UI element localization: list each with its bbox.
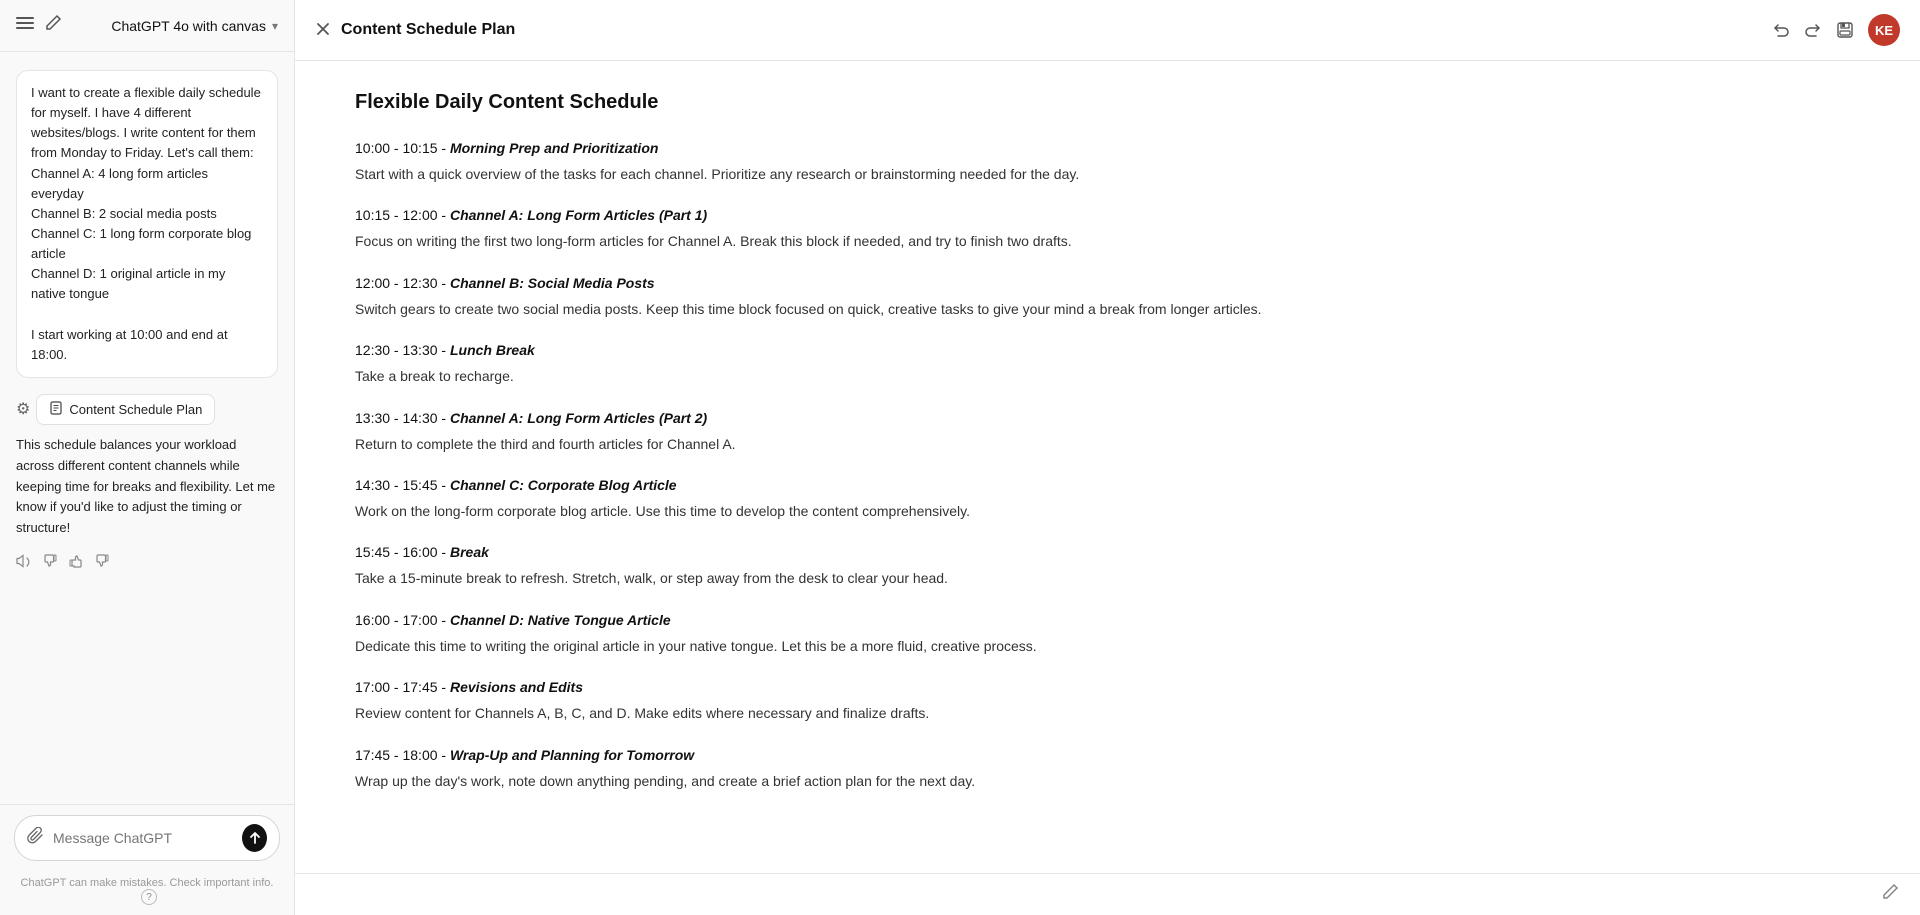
schedule-block: 15:45 - 16:00 - Break Take a 15-minute br… <box>355 542 1860 589</box>
block-time: 14:30 - 15:45 <box>355 477 438 493</box>
schedule-block: 17:00 - 17:45 - Revisions and Edits Revie… <box>355 677 1860 724</box>
undo-button[interactable] <box>1772 21 1790 39</box>
block-description: Take a break to recharge. <box>355 365 1860 387</box>
avatar: KE <box>1868 14 1900 46</box>
block-description: Return to complete the third and fourth … <box>355 433 1860 455</box>
chevron-down-icon: ▾ <box>272 19 278 33</box>
block-description: Start with a quick overview of the tasks… <box>355 163 1860 185</box>
thumbsdown-icon[interactable] <box>94 553 110 573</box>
settings-row: ⚙ Content Schedule Plan <box>16 394 278 425</box>
block-title: Morning Prep and Prioritization <box>450 140 658 156</box>
save-button[interactable] <box>1836 21 1854 39</box>
sidebar: ChatGPT 4o with canvas ▾ I want to creat… <box>0 0 295 915</box>
block-title: Lunch Break <box>450 342 535 358</box>
block-description: Wrap up the day's work, note down anythi… <box>355 770 1860 792</box>
schedule-title: Flexible Daily Content Schedule <box>355 91 1860 114</box>
speaker-icon[interactable] <box>16 553 32 573</box>
block-description: Switch gears to create two social media … <box>355 298 1860 320</box>
block-time: 13:30 - 14:30 <box>355 410 438 426</box>
schedule-block: 13:30 - 14:30 - Channel A: Long Form Art… <box>355 408 1860 455</box>
canvas-bottom-bar <box>295 873 1920 915</box>
sidebar-header-left <box>16 14 62 37</box>
block-description: Focus on writing the first two long-form… <box>355 230 1860 252</box>
block-time: 17:45 - 18:00 <box>355 747 438 763</box>
settings-icon[interactable]: ⚙ <box>16 399 30 419</box>
attach-icon[interactable] <box>27 827 45 850</box>
block-heading: 10:15 - 12:00 - Channel A: Long Form Art… <box>355 205 1860 226</box>
block-title: Break <box>450 544 489 560</box>
block-heading: 16:00 - 17:00 - Channel D: Native Tongue… <box>355 610 1860 631</box>
block-description: Review content for Channels A, B, C, and… <box>355 702 1860 724</box>
send-button[interactable] <box>242 824 267 852</box>
edit-pencil-icon[interactable] <box>1880 882 1900 907</box>
help-icon[interactable]: ? <box>141 889 157 905</box>
block-time: 12:30 - 13:30 <box>355 342 438 358</box>
block-title: Channel D: Native Tongue Article <box>450 612 671 628</box>
feedback-row <box>16 553 278 573</box>
canvas-header-right: KE <box>1772 14 1900 46</box>
block-time: 10:00 - 10:15 <box>355 140 438 156</box>
block-time: 10:15 - 12:00 <box>355 207 438 223</box>
sidebar-header: ChatGPT 4o with canvas ▾ <box>0 0 294 52</box>
block-description: Dedicate this time to writing the origin… <box>355 635 1860 657</box>
schedule-block: 12:30 - 13:30 - Lunch Break Take a break … <box>355 340 1860 387</box>
canvas-doc-title: Content Schedule Plan <box>341 21 515 39</box>
thumbsdown-alt-icon[interactable] <box>42 553 58 573</box>
block-description: Work on the long-form corporate blog art… <box>355 500 1860 522</box>
redo-button[interactable] <box>1804 21 1822 39</box>
block-heading: 17:00 - 17:45 - Revisions and Edits <box>355 677 1860 698</box>
close-button[interactable] <box>315 21 331 40</box>
document-icon <box>49 401 63 418</box>
schedule-block: 16:00 - 17:00 - Channel D: Native Tongue… <box>355 610 1860 657</box>
canvas-tab-label: Content Schedule Plan <box>69 402 202 417</box>
sidebar-input-area <box>0 804 294 871</box>
canvas-header: Content Schedule Plan KE <box>295 0 1920 61</box>
assistant-text: This schedule balances your workload acr… <box>16 435 278 539</box>
schedule-block: 12:00 - 12:30 - Channel B: Social Media … <box>355 273 1860 320</box>
block-time: 17:00 - 17:45 <box>355 679 438 695</box>
block-title: Channel B: Social Media Posts <box>450 275 655 291</box>
canvas-content: Flexible Daily Content Schedule 10:00 - … <box>295 61 1920 873</box>
block-title: Channel A: Long Form Articles (Part 1) <box>450 207 707 223</box>
canvas-tab[interactable]: Content Schedule Plan <box>36 394 215 425</box>
message-input-wrapper <box>14 815 280 861</box>
block-heading: 13:30 - 14:30 - Channel A: Long Form Art… <box>355 408 1860 429</box>
thumbsup-icon[interactable] <box>68 553 84 573</box>
schedule-block: 10:00 - 10:15 - Morning Prep and Priorit… <box>355 138 1860 185</box>
schedule-block: 17:45 - 18:00 - Wrap-Up and Planning for… <box>355 745 1860 792</box>
user-message: I want to create a flexible daily schedu… <box>16 70 278 378</box>
message-input[interactable] <box>53 830 234 846</box>
block-heading: 10:00 - 10:15 - Morning Prep and Priorit… <box>355 138 1860 159</box>
block-time: 12:00 - 12:30 <box>355 275 438 291</box>
block-time: 15:45 - 16:00 <box>355 544 438 560</box>
block-title: Channel C: Corporate Blog Article <box>450 477 677 493</box>
block-title: Wrap-Up and Planning for Tomorrow <box>450 747 694 763</box>
block-title: Channel A: Long Form Articles (Part 2) <box>450 410 707 426</box>
schedule-blocks: 10:00 - 10:15 - Morning Prep and Priorit… <box>355 138 1860 792</box>
block-time: 16:00 - 17:00 <box>355 612 438 628</box>
block-description: Take a 15-minute break to refresh. Stret… <box>355 567 1860 589</box>
sidebar-disclaimer: ChatGPT can make mistakes. Check importa… <box>0 871 294 915</box>
menu-icon[interactable] <box>16 14 34 37</box>
block-heading: 14:30 - 15:45 - Channel C: Corporate Blo… <box>355 475 1860 496</box>
block-heading: 12:00 - 12:30 - Channel B: Social Media … <box>355 273 1860 294</box>
block-heading: 17:45 - 18:00 - Wrap-Up and Planning for… <box>355 745 1860 766</box>
block-title: Revisions and Edits <box>450 679 583 695</box>
chat-messages: I want to create a flexible daily schedu… <box>0 52 294 804</box>
canvas-header-left: Content Schedule Plan <box>315 21 515 40</box>
assistant-section: ⚙ Content Schedule Plan This schedule ba… <box>16 394 278 583</box>
schedule-block: 10:15 - 12:00 - Channel A: Long Form Art… <box>355 205 1860 252</box>
canvas-area: Content Schedule Plan KE Flexible Daily … <box>295 0 1920 915</box>
sidebar-app-title[interactable]: ChatGPT 4o with canvas ▾ <box>111 18 278 34</box>
block-heading: 12:30 - 13:30 - Lunch Break <box>355 340 1860 361</box>
schedule-block: 14:30 - 15:45 - Channel C: Corporate Blo… <box>355 475 1860 522</box>
edit-icon[interactable] <box>44 14 62 37</box>
block-heading: 15:45 - 16:00 - Break <box>355 542 1860 563</box>
